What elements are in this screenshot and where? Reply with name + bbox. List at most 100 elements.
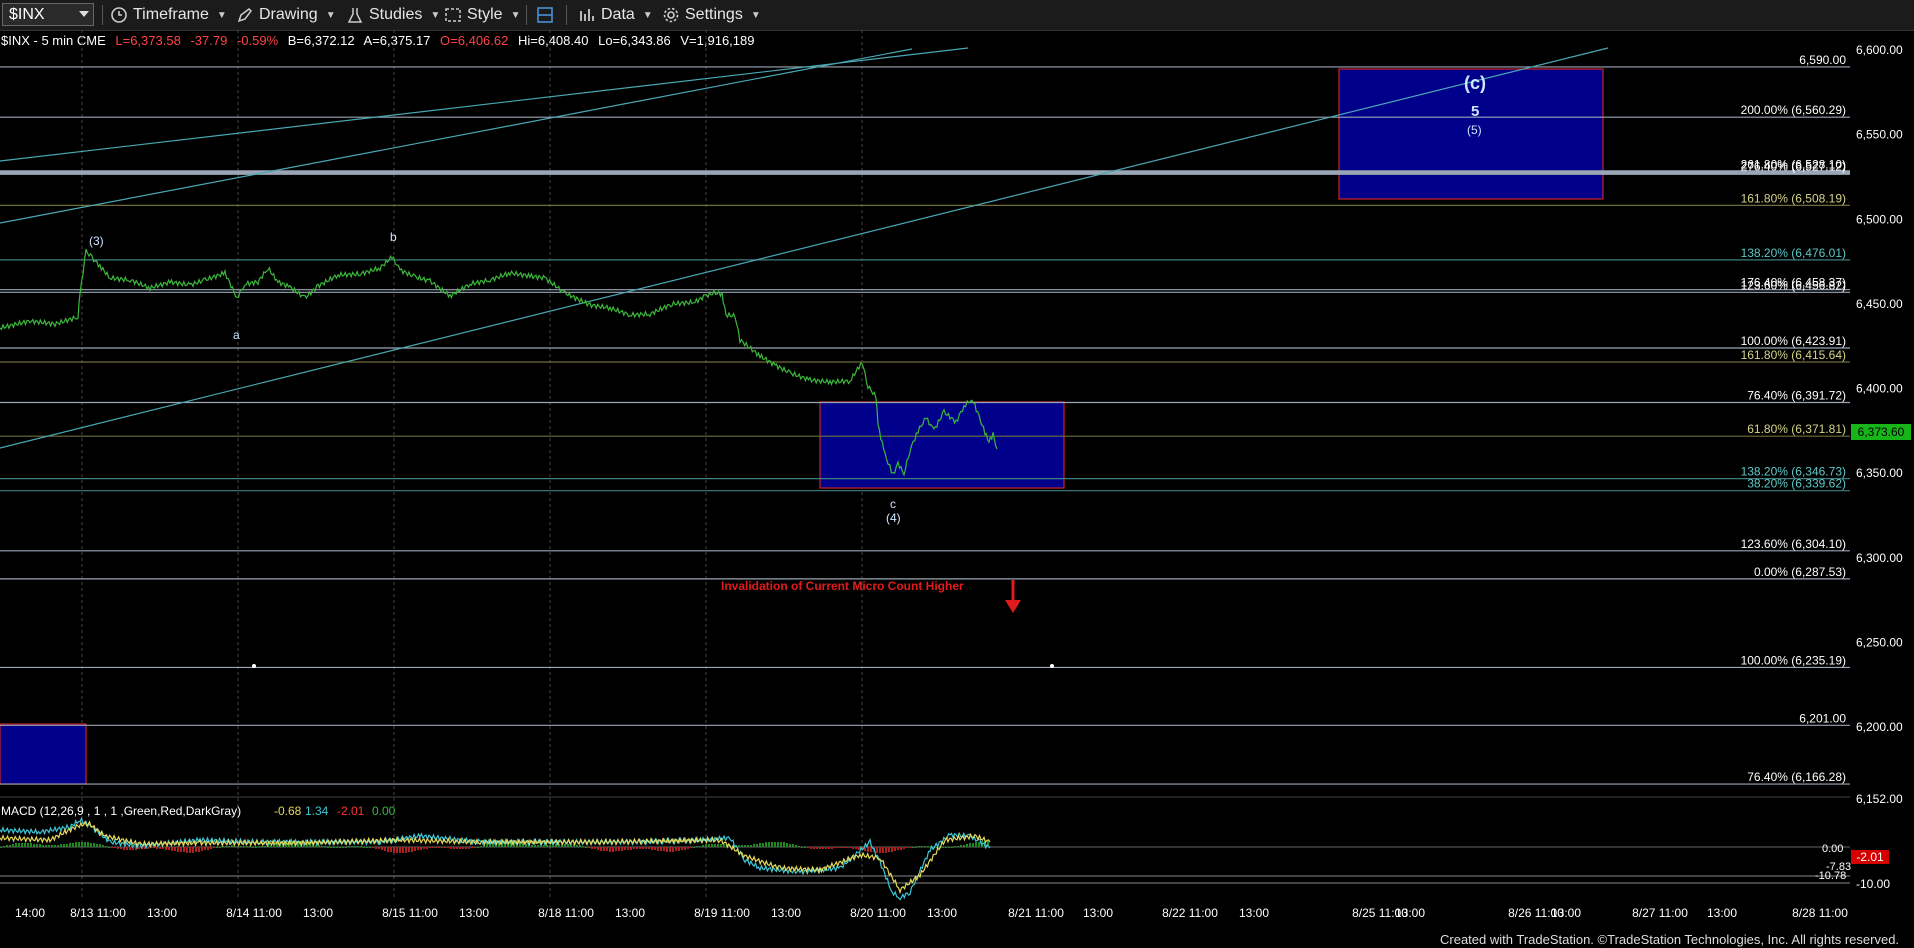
macd-histogram-bar — [846, 847, 848, 848]
macd-histogram-bar — [606, 847, 608, 851]
macd-value-3: -2.01 — [337, 804, 365, 818]
price-axis-label: 6,550.00 — [1856, 128, 1903, 142]
macd-histogram-bar — [126, 847, 128, 850]
macd-histogram-bar — [378, 847, 380, 849]
gear-icon — [663, 7, 679, 23]
wave-label-c-big: (c) — [1464, 73, 1486, 93]
last-price-badge: 6,373.60 — [1851, 424, 1911, 440]
macd-histogram-bar — [108, 847, 110, 848]
data-label: Data — [601, 6, 635, 23]
time-axis-label: 13:00 — [459, 906, 489, 920]
macd-histogram-bar — [843, 847, 845, 848]
macd-histogram-bar — [3, 846, 5, 847]
macd-histogram-bar — [183, 847, 185, 852]
chevron-down-icon: ▼ — [325, 9, 336, 21]
macd-histogram-bar — [750, 845, 752, 847]
data-menu[interactable]: Data ▼ — [578, 4, 653, 26]
macd-histogram-bar — [471, 847, 473, 848]
trend-line[interactable] — [0, 48, 913, 224]
symbol-input[interactable]: $INX — [2, 3, 94, 26]
macd-histogram-bar — [588, 847, 590, 848]
macd-histogram-bar — [723, 844, 725, 847]
macd-histogram-bar — [99, 844, 101, 847]
macd-histogram-bar — [804, 847, 806, 848]
style-menu[interactable]: Style ▼ — [444, 4, 520, 26]
macd-histogram-bar — [423, 847, 425, 849]
macd-histogram-bar — [834, 847, 836, 848]
settings-label: Settings — [685, 6, 743, 23]
fib-label: 6,201.00 — [1799, 711, 1846, 725]
macd-histogram-bar — [819, 847, 821, 849]
wave-label-b: b — [390, 230, 397, 244]
macd-histogram-bar — [759, 843, 761, 847]
clock-icon — [111, 7, 127, 23]
layout-button[interactable] — [536, 4, 559, 26]
macd-histogram-bar — [762, 843, 764, 847]
time-axis-label: 8/21 11:00 — [1008, 906, 1064, 920]
macd-histogram-bar — [420, 847, 422, 850]
macd-histogram-bar — [663, 847, 665, 851]
macd-histogram-bar — [261, 846, 263, 847]
fib-label: 0.00% (6,287.53) — [1754, 565, 1846, 579]
macd-histogram-bar — [345, 847, 347, 848]
trend-line[interactable] — [0, 47, 1609, 449]
time-axis-label: 8/13 11:00 — [70, 906, 126, 920]
macd-histogram-bar — [102, 845, 104, 847]
fib-label: 100.00% (6,423.91) — [1741, 334, 1846, 348]
macd-histogram-bar — [54, 845, 56, 847]
price-chart[interactable]: 6,590.00200.00% (6,560.29)261.80% (6,528… — [0, 30, 1914, 930]
macd-histogram-bar — [915, 847, 917, 848]
macd-histogram-bar — [207, 847, 209, 850]
macd-histogram-bar — [180, 847, 182, 852]
macd-histogram-bar — [333, 847, 335, 848]
macd-histogram-bar — [579, 845, 581, 847]
macd-histogram-bar — [174, 847, 176, 851]
macd-histogram-bar — [534, 845, 536, 847]
macd-histogram-bar — [399, 847, 401, 853]
macd-histogram-bar — [786, 843, 788, 847]
trend-line[interactable] — [0, 47, 969, 162]
macd-line — [0, 816, 991, 901]
macd-histogram-bar — [462, 847, 464, 849]
macd-histogram-bar — [171, 847, 173, 851]
macd-histogram-bar — [675, 847, 677, 851]
macd-histogram-bar — [342, 847, 344, 848]
down-arrow-icon — [1005, 580, 1021, 613]
studies-menu[interactable]: Studies ▼ — [346, 4, 440, 26]
macd-histogram-bar — [177, 847, 179, 852]
lower-zone-box[interactable] — [0, 723, 87, 785]
macd-histogram-bar — [942, 847, 944, 848]
macd-histogram-bar — [36, 844, 38, 847]
macd-histogram-bar — [441, 847, 443, 848]
macd-histogram-bar — [810, 847, 812, 849]
macd-histogram-bar — [444, 847, 446, 848]
divider — [526, 5, 527, 25]
macd-histogram-bar — [837, 847, 839, 848]
time-axis-label: 14:00 — [15, 906, 45, 920]
macd-histogram-bar — [63, 844, 65, 847]
wave-label-5: 5 — [1471, 103, 1479, 120]
toolbar: $INX Timeframe ▼ Drawing ▼ Studies ▼ Style ▼… — [0, 0, 1914, 31]
macd-histogram-bar — [957, 846, 959, 847]
macd-histogram-bar — [705, 844, 707, 847]
macd-histogram-bar — [678, 847, 680, 851]
macd-histogram-bar — [738, 845, 740, 847]
drawing-menu[interactable]: Drawing ▼ — [236, 4, 336, 26]
chevron-down-icon[interactable] — [79, 11, 89, 17]
macd-histogram-bar — [972, 843, 974, 847]
macd-histogram-bar — [885, 847, 887, 853]
time-axis-label: 13:00 — [1551, 906, 1581, 920]
macd-histogram-bar — [366, 847, 368, 848]
time-axis-label: 8/28 11:00 — [1792, 906, 1848, 920]
timeframe-menu[interactable]: Timeframe ▼ — [110, 4, 227, 26]
macd-axis-0: 0.00 — [1822, 843, 1843, 855]
macd-histogram-bar — [198, 847, 200, 852]
macd-histogram-bar — [426, 847, 428, 849]
macd-histogram-bar — [903, 847, 905, 849]
macd-histogram-bar — [363, 847, 365, 848]
vertical-gridlines — [81, 30, 863, 900]
time-axis-label: 13:00 — [1239, 906, 1269, 920]
macd-histogram-bar — [105, 846, 107, 847]
macd-histogram-bar — [246, 846, 248, 847]
settings-menu[interactable]: Settings ▼ — [662, 4, 761, 26]
